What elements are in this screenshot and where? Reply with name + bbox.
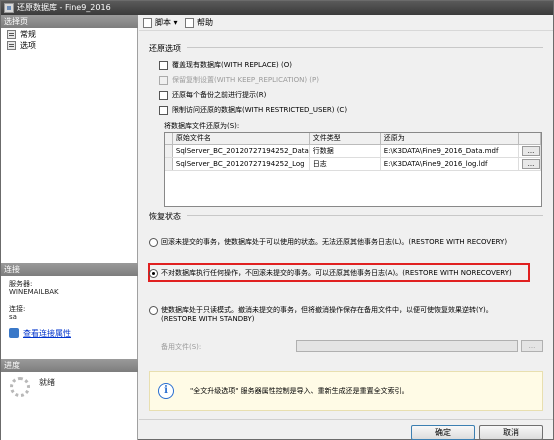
restore-options-title: 还原选项 bbox=[149, 44, 181, 53]
column-header[interactable]: 原始文件名 bbox=[172, 133, 310, 145]
restore-with-recovery-radio[interactable]: 回滚未提交的事务，使数据库处于可以使用的状态。无法还原其他事务日志(L)。(RE… bbox=[149, 238, 507, 247]
checkbox-label: 保留复制设置(WITH KEEP_REPLICATION) (P) bbox=[172, 76, 319, 84]
browse-cell: ... bbox=[518, 144, 541, 158]
select-page-header: 选择页 bbox=[1, 15, 138, 28]
connection-properties-icon bbox=[9, 328, 19, 338]
restricted-user-checkbox[interactable]: 限制访问还原的数据库(WITH RESTRICTED_USER) (C) bbox=[159, 105, 347, 116]
connection-value: sa bbox=[9, 313, 17, 321]
script-button[interactable]: 脚本 ▾ bbox=[143, 17, 178, 29]
script-label: 脚本 bbox=[155, 18, 171, 27]
help-button[interactable]: 帮助 bbox=[185, 17, 213, 29]
radio-label: 回滚未提交的事务，使数据库处于可以使用的状态。无法还原其他事务日志(L)。(RE… bbox=[161, 238, 508, 246]
toolbar: 脚本 ▾ 帮助 bbox=[139, 15, 553, 31]
chevron-down-icon: ▾ bbox=[173, 18, 178, 27]
original-file-cell: SqlServer_BC_20120727194252_Log bbox=[172, 157, 310, 171]
column-header[interactable]: 文件类型 bbox=[309, 133, 381, 145]
database-files-grid[interactable]: 原始文件名 文件类型 还原为 SqlServer_BC_201207271942… bbox=[164, 132, 542, 207]
radio-dot bbox=[149, 238, 158, 247]
table-row[interactable]: SqlServer_BC_20120727194252_Log 日志 E:\K3… bbox=[165, 157, 541, 171]
row-header bbox=[165, 157, 173, 171]
restore-with-norecovery-radio[interactable]: 不对数据库执行任何操作，不回滚未提交的事务。可以还原其他事务日志(A)。(RES… bbox=[149, 269, 512, 278]
view-connection-label: 查看连接属性 bbox=[23, 329, 71, 338]
files-label: 将数据库文件还原为(S): bbox=[164, 122, 240, 130]
browse-button[interactable]: ... bbox=[522, 158, 540, 169]
keep-replication-checkbox: 保留复制设置(WITH KEEP_REPLICATION) (P) bbox=[159, 75, 319, 86]
restore-as-cell[interactable]: E:\K3DATA\Fine9_2016_Data.mdf bbox=[380, 144, 520, 158]
checkbox-box bbox=[159, 91, 168, 100]
row-header bbox=[165, 144, 173, 158]
progress-spinner-icon bbox=[10, 377, 30, 397]
row-header-corner bbox=[165, 133, 173, 145]
file-type-cell: 日志 bbox=[309, 157, 381, 171]
view-connection-properties-link[interactable]: 查看连接属性 bbox=[9, 328, 71, 339]
divider bbox=[187, 215, 543, 216]
file-type-cell: 行数据 bbox=[309, 144, 381, 158]
ok-button[interactable]: 确定 bbox=[411, 425, 475, 440]
window-title: 还原数据库 - Fine9_2016 bbox=[17, 3, 111, 12]
overwrite-checkbox[interactable]: 覆盖现有数据库(WITH REPLACE) (O) bbox=[159, 60, 292, 71]
radio-label: 使数据库处于只读模式。撤消未提交的事务，但将撤消操作保存在备用文件中，以便可使恢… bbox=[161, 306, 493, 314]
browse-button[interactable]: ... bbox=[522, 145, 540, 156]
radio-label: 不对数据库执行任何操作，不回滚未提交的事务。可以还原其他事务日志(A)。(RES… bbox=[161, 269, 512, 277]
column-header[interactable]: 还原为 bbox=[380, 133, 520, 145]
cancel-button[interactable]: 取消 bbox=[479, 425, 543, 440]
standby-file-input bbox=[296, 340, 518, 352]
restore-database-window: 还原数据库 - Fine9_2016 选择页 常规 选项 连接 服务器: WIN… bbox=[0, 0, 554, 440]
checkbox-box bbox=[159, 106, 168, 115]
info-message: "全文升级选项" 服务器属性控制是导入、重新生成还是重置全文索引。 bbox=[190, 387, 409, 395]
help-label: 帮助 bbox=[197, 18, 213, 27]
radio-dot bbox=[149, 269, 158, 278]
checkbox-label: 覆盖现有数据库(WITH REPLACE) (O) bbox=[172, 61, 292, 69]
nav-item-label: 常规 bbox=[20, 30, 36, 39]
connection-header: 连接 bbox=[1, 263, 138, 276]
restore-as-cell[interactable]: E:\K3DATA\Fine9_2016_log.ldf bbox=[380, 157, 520, 171]
help-icon bbox=[185, 18, 194, 28]
prompt-before-restore-checkbox[interactable]: 还原每个备份之前进行提示(R) bbox=[159, 90, 266, 101]
radio-label-line2: (RESTORE WITH STANDBY) bbox=[161, 315, 255, 323]
recovery-state-title: 恢复状态 bbox=[149, 212, 181, 221]
standby-browse-button: ... bbox=[521, 340, 543, 352]
files-table: 原始文件名 文件类型 还原为 SqlServer_BC_201207271942… bbox=[165, 133, 541, 171]
checkbox-box bbox=[159, 76, 168, 85]
radio-dot bbox=[149, 306, 158, 315]
server-value: WINEMAILBAK bbox=[9, 288, 59, 296]
column-header bbox=[518, 133, 541, 145]
standby-file-label: 备用文件(S): bbox=[161, 343, 202, 351]
original-file-cell: SqlServer_BC_20120727194252_Data bbox=[172, 144, 310, 158]
nav-item-general[interactable]: 常规 bbox=[7, 29, 36, 40]
info-bar: i "全文升级选项" 服务器属性控制是导入、重新生成还是重置全文索引。 bbox=[149, 371, 543, 411]
checkbox-box bbox=[159, 61, 168, 70]
checkbox-label: 还原每个备份之前进行提示(R) bbox=[172, 91, 267, 99]
left-pane: 选择页 常规 选项 连接 服务器: WINEMAILBAK 连接: sa 查看连… bbox=[1, 15, 138, 440]
progress-status: 就绪 bbox=[39, 378, 55, 387]
checkbox-label: 限制访问还原的数据库(WITH RESTRICTED_USER) (C) bbox=[172, 106, 348, 114]
info-icon: i bbox=[158, 383, 174, 399]
table-row[interactable]: SqlServer_BC_20120727194252_Data 行数据 E:\… bbox=[165, 144, 541, 158]
page-icon bbox=[7, 41, 16, 50]
title-bar: 还原数据库 - Fine9_2016 bbox=[1, 1, 553, 15]
script-icon bbox=[143, 18, 152, 28]
restore-with-standby-radio[interactable]: 使数据库处于只读模式。撤消未提交的事务，但将撤消操作保存在备用文件中，以便可使恢… bbox=[149, 306, 493, 324]
progress-header: 进度 bbox=[1, 359, 138, 372]
nav-item-label: 选项 bbox=[20, 41, 36, 50]
browse-cell: ... bbox=[518, 157, 541, 171]
database-icon bbox=[4, 3, 14, 13]
nav-item-options[interactable]: 选项 bbox=[7, 40, 36, 51]
page-icon bbox=[7, 30, 16, 39]
divider bbox=[187, 47, 543, 48]
